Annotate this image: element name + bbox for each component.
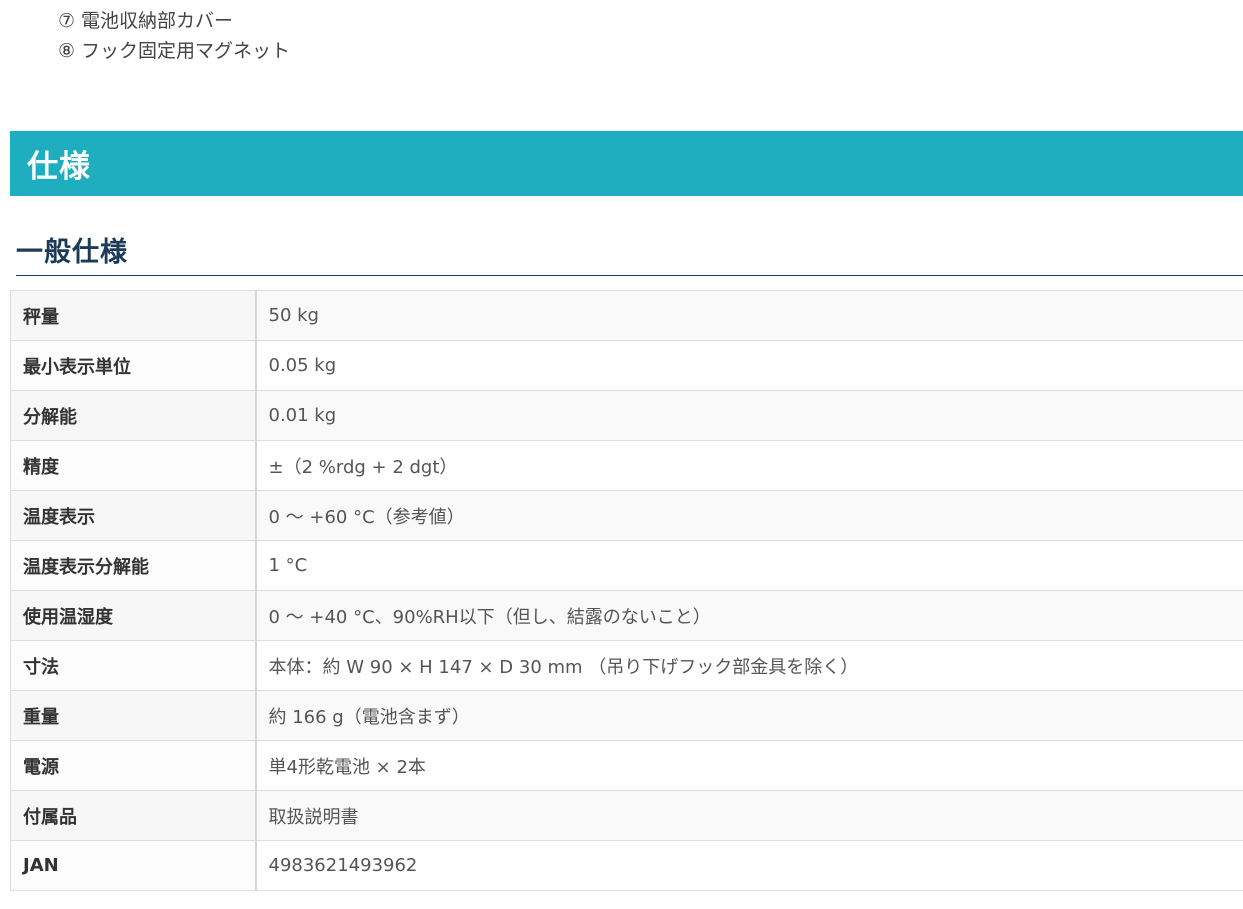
spec-value: 0.01 kg <box>255 390 1243 441</box>
list-item: ⑦ 電池収納部カバー <box>58 6 290 36</box>
spec-value: 0 ～ +60 °C（参考値） <box>255 490 1243 541</box>
table-row: 重量 約 166 g（電池含まず） <box>10 690 1243 741</box>
spec-label: 寸法 <box>10 640 257 691</box>
table-row: 温度表示分解能 1 °C <box>10 540 1243 591</box>
table-row: 電源 単4形乾電池 × 2本 <box>10 740 1243 791</box>
spec-value: 本体：約 W 90 × H 147 × D 30 mm （吊り下げフック部金具を… <box>255 640 1243 691</box>
spec-value: 1 °C <box>255 540 1243 591</box>
spec-label: 秤量 <box>10 290 257 341</box>
list-item-label: 電池収納部カバー <box>81 10 234 32</box>
table-row: 精度 ±（2 %rdg + 2 dgt） <box>10 440 1243 491</box>
spec-value: 取扱説明書 <box>255 790 1243 841</box>
list-item-number: ⑦ <box>58 10 76 32</box>
spec-table: 秤量 50 kg 最小表示単位 0.05 kg 分解能 0.01 kg 精度 ±… <box>10 290 1243 891</box>
spec-value: 約 166 g（電池含まず） <box>255 690 1243 741</box>
spec-label: JAN <box>10 840 257 891</box>
list-item-label: フック固定用マグネット <box>81 40 291 62</box>
section-banner: 仕様 <box>10 131 1243 196</box>
list-item-number: ⑧ <box>58 40 76 62</box>
spec-value: 4983621493962 <box>255 840 1243 891</box>
subsection-header: 一般仕様 <box>16 234 1243 276</box>
table-row: JAN 4983621493962 <box>10 840 1243 891</box>
table-row: 最小表示単位 0.05 kg <box>10 340 1243 391</box>
spec-label: 最小表示単位 <box>10 340 257 391</box>
spec-label: 温度表示 <box>10 490 257 541</box>
list-item: ⑧ フック固定用マグネット <box>58 36 290 66</box>
spec-value: 単4形乾電池 × 2本 <box>255 740 1243 791</box>
spec-label: 使用温湿度 <box>10 590 257 641</box>
table-row: 分解能 0.01 kg <box>10 390 1243 441</box>
section-title: 仕様 <box>27 149 91 185</box>
spec-label: 付属品 <box>10 790 257 841</box>
spec-label: 重量 <box>10 690 257 741</box>
spec-label: 分解能 <box>10 390 257 441</box>
spec-value: 50 kg <box>255 290 1243 341</box>
table-row: 温度表示 0 ～ +60 °C（参考値） <box>10 490 1243 541</box>
table-row: 付属品 取扱説明書 <box>10 790 1243 841</box>
spec-value: 0.05 kg <box>255 340 1243 391</box>
spec-value: ±（2 %rdg + 2 dgt） <box>255 440 1243 491</box>
spec-label: 温度表示分解能 <box>10 540 257 591</box>
spec-label: 電源 <box>10 740 257 791</box>
table-row: 秤量 50 kg <box>10 290 1243 341</box>
spec-value: 0 ～ +40 °C、90%RH以下（但し、結露のないこと） <box>255 590 1243 641</box>
parts-list: ⑦ 電池収納部カバー ⑧ フック固定用マグネット <box>58 6 290 66</box>
table-row: 使用温湿度 0 ～ +40 °C、90%RH以下（但し、結露のないこと） <box>10 590 1243 641</box>
spec-label: 精度 <box>10 440 257 491</box>
table-row: 寸法 本体：約 W 90 × H 147 × D 30 mm （吊り下げフック部… <box>10 640 1243 691</box>
subsection-title: 一般仕様 <box>16 237 128 268</box>
